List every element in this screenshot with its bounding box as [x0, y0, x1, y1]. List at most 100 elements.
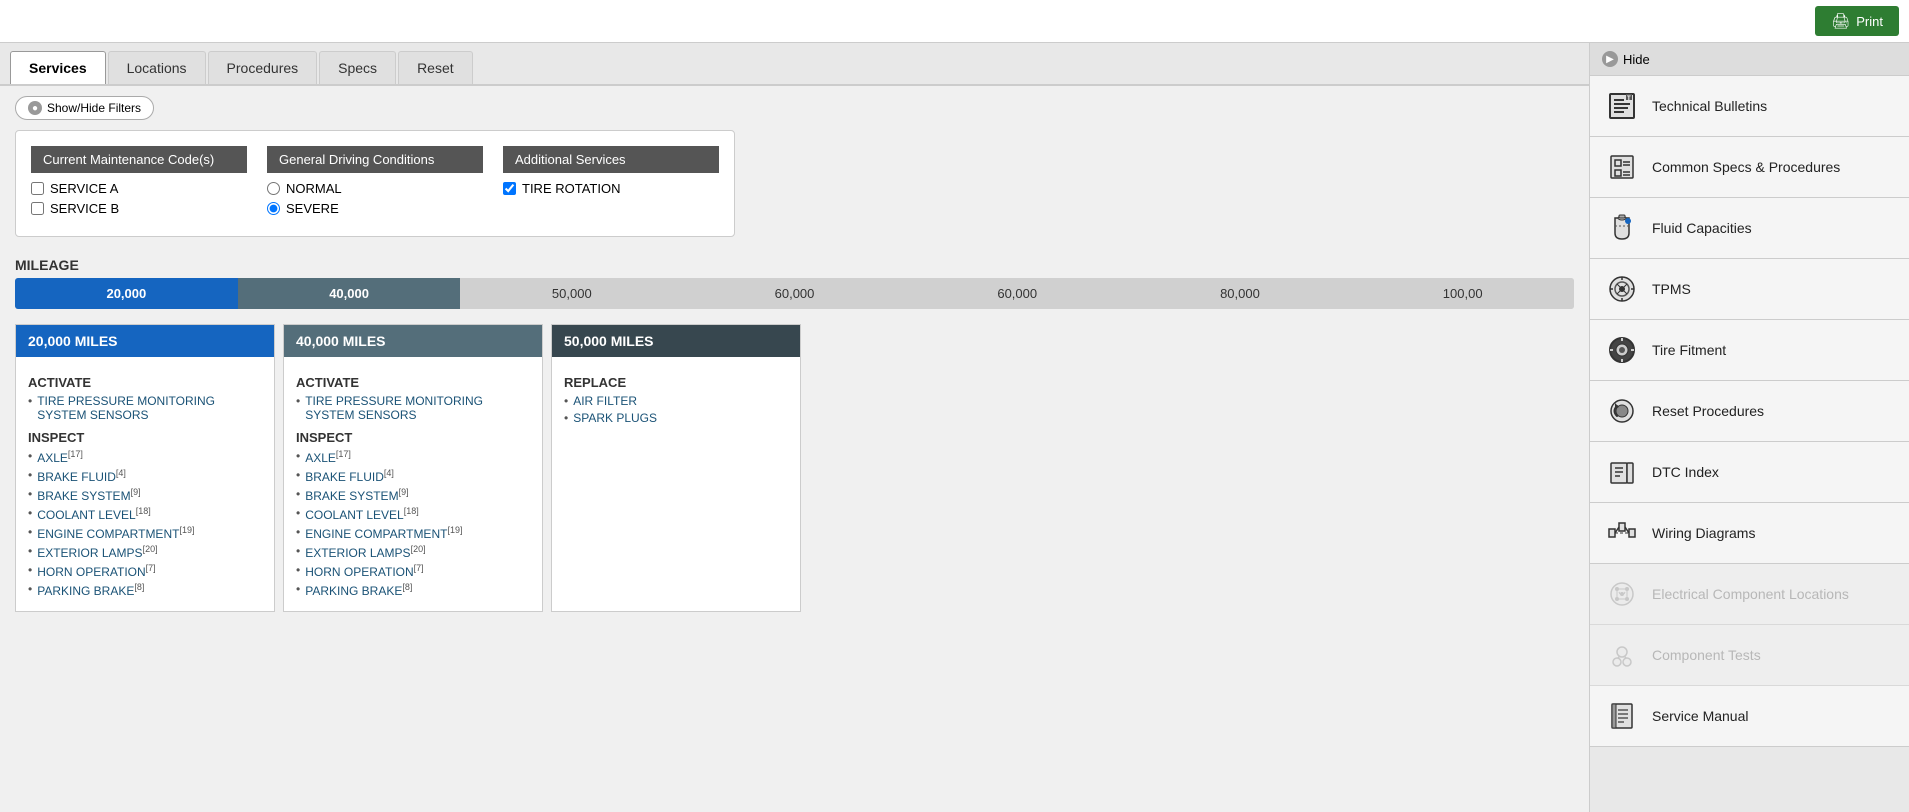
sidebar-item-fluid-capacities[interactable]: Fluid Capacities — [1590, 198, 1909, 259]
card-20000: 20,000 MILES ACTIVATE TIRE PRESSURE MONI… — [15, 324, 275, 612]
normal-label: NORMAL — [286, 181, 342, 196]
fluid-icon — [1604, 210, 1640, 246]
technical-bulletins-label: Technical Bulletins — [1652, 98, 1767, 114]
maintenance-code-header[interactable]: Current Maintenance Code(s) — [31, 146, 247, 173]
fluid-capacities-label: Fluid Capacities — [1652, 220, 1752, 236]
driving-conditions-header[interactable]: General Driving Conditions — [267, 146, 483, 173]
filter-columns: Current Maintenance Code(s) SERVICE A SE… — [31, 146, 719, 221]
activate-title-1: ACTIVATE — [28, 375, 262, 390]
engine-comp-link-2[interactable]: ENGINE COMPARTMENT[19] — [305, 525, 462, 541]
sidebar-item-electrical-locations: Electrical Component Locations — [1590, 564, 1909, 625]
axle-link-2[interactable]: AXLE[17] — [305, 449, 351, 465]
component-icon — [1604, 637, 1640, 673]
print-button[interactable]: 🖨 Print — [1815, 6, 1899, 36]
mileage-60000a[interactable]: 60,000 — [683, 278, 906, 309]
tab-bar: ServicesLocationsProceduresSpecsReset — [0, 43, 1589, 86]
card-20000-body: ACTIVATE TIRE PRESSURE MONITORING SYSTEM… — [16, 357, 274, 611]
mileage-50000[interactable]: 50,000 — [460, 278, 683, 309]
engine-comp-link-1[interactable]: ENGINE COMPARTMENT[19] — [37, 525, 194, 541]
reset-procedures-label: Reset Procedures — [1652, 403, 1764, 419]
additional-services-header[interactable]: Additional Services — [503, 146, 719, 173]
tab-locations[interactable]: Locations — [108, 51, 206, 84]
brake-system-item-1: BRAKE SYSTEM[9] — [28, 487, 262, 503]
horn-link-1[interactable]: HORN OPERATION[7] — [37, 563, 155, 579]
tpms-sensors-link-2[interactable]: TIRE PRESSURE MONITORING SYSTEM SENSORS — [305, 394, 530, 422]
ext-lamps-item-1: EXTERIOR LAMPS[20] — [28, 544, 262, 560]
sidebar-item-tpms[interactable]: TPMS — [1590, 259, 1909, 320]
severe-label: SEVERE — [286, 201, 339, 216]
card-40000-body: ACTIVATE TIRE PRESSURE MONITORING SYSTEM… — [284, 357, 542, 611]
brake-fluid-link-1[interactable]: BRAKE FLUID[4] — [37, 468, 126, 484]
sidebar-item-tire-fitment[interactable]: Tire Fitment — [1590, 320, 1909, 381]
normal-radio[interactable] — [267, 182, 280, 195]
severe-radio[interactable] — [267, 202, 280, 215]
content-area: ServicesLocationsProceduresSpecsReset ● … — [0, 43, 1589, 812]
svg-text:T: T — [1627, 96, 1631, 102]
sidebar-item-wiring-diagrams[interactable]: Wiring Diagrams — [1590, 503, 1909, 564]
sidebar-item-common-specs[interactable]: Common Specs & Procedures — [1590, 137, 1909, 198]
wiring-diagrams-label: Wiring Diagrams — [1652, 525, 1755, 541]
brake-fluid-link-2[interactable]: BRAKE FLUID[4] — [305, 468, 394, 484]
mileage-40000[interactable]: 40,000 — [238, 278, 461, 309]
card-40000-header: 40,000 MILES — [284, 325, 542, 357]
hide-label: Hide — [1623, 52, 1650, 67]
air-filter-link[interactable]: AIR FILTER — [573, 394, 637, 408]
card-50000: 50,000 MILES REPLACE AIR FILTER SPARK PL… — [551, 324, 801, 612]
spark-plugs-link[interactable]: SPARK PLUGS — [573, 411, 657, 425]
coolant-link-1[interactable]: COOLANT LEVEL[18] — [37, 506, 151, 522]
tire-rotation-label: TIRE ROTATION — [522, 181, 620, 196]
parking-brake-link-2[interactable]: PARKING BRAKE[8] — [305, 582, 412, 598]
tab-procedures[interactable]: Procedures — [208, 51, 318, 84]
tab-reset[interactable]: Reset — [398, 51, 473, 84]
manual-icon — [1604, 698, 1640, 734]
tpms-sensors-link-1[interactable]: TIRE PRESSURE MONITORING SYSTEM SENSORS — [37, 394, 262, 422]
service-a-checkbox[interactable] — [31, 182, 44, 195]
axle-link-1[interactable]: AXLE[17] — [37, 449, 83, 465]
tpms-icon — [1604, 271, 1640, 307]
mileage-100000[interactable]: 100,00 — [1351, 278, 1574, 309]
mileage-20000[interactable]: 20,000 — [15, 278, 238, 309]
ext-lamps-link-2[interactable]: EXTERIOR LAMPS[20] — [305, 544, 425, 560]
print-icon: 🖨 — [1831, 12, 1850, 30]
sidebar-item-dtc-index[interactable]: DTC Index — [1590, 442, 1909, 503]
service-manual-label: Service Manual — [1652, 708, 1749, 724]
parking-brake-link-1[interactable]: PARKING BRAKE[8] — [37, 582, 144, 598]
hide-icon: ▶ — [1602, 51, 1618, 67]
tire-rotation-checkbox[interactable] — [503, 182, 516, 195]
coolant-link-2[interactable]: COOLANT LEVEL[18] — [305, 506, 419, 522]
sidebar-item-reset-procedures[interactable]: Reset Procedures — [1590, 381, 1909, 442]
main-layout: ServicesLocationsProceduresSpecsReset ● … — [0, 43, 1909, 812]
parking-brake-item-2: PARKING BRAKE[8] — [296, 582, 530, 598]
show-hide-filters-button[interactable]: ● Show/Hide Filters — [15, 96, 154, 120]
tsb-icon: T — [1604, 88, 1640, 124]
axle-item-1: AXLE[17] — [28, 449, 262, 465]
sidebar-item-service-manual[interactable]: Service Manual — [1590, 686, 1909, 747]
reset-icon — [1604, 393, 1640, 429]
activate-title-2: ACTIVATE — [296, 375, 530, 390]
inspect-title-1: INSPECT — [28, 430, 262, 445]
horn-link-2[interactable]: HORN OPERATION[7] — [305, 563, 423, 579]
brake-system-link-2[interactable]: BRAKE SYSTEM[9] — [305, 487, 408, 503]
tab-services[interactable]: Services — [10, 51, 106, 84]
tpms-sensors-1: TIRE PRESSURE MONITORING SYSTEM SENSORS — [28, 394, 262, 422]
brake-fluid-item-2: BRAKE FLUID[4] — [296, 468, 530, 484]
filter-col-additional: Additional Services TIRE ROTATION — [503, 146, 719, 221]
print-label: Print — [1856, 14, 1883, 29]
dtc-index-label: DTC Index — [1652, 464, 1719, 480]
brake-system-link-1[interactable]: BRAKE SYSTEM[9] — [37, 487, 140, 503]
filter-panel: Current Maintenance Code(s) SERVICE A SE… — [15, 130, 735, 237]
filter-col-driving: General Driving Conditions NORMAL SEVERE — [267, 146, 483, 221]
mileage-bar: 20,000 40,000 50,000 60,000 60,000 80,00… — [15, 278, 1574, 309]
ext-lamps-link-1[interactable]: EXTERIOR LAMPS[20] — [37, 544, 157, 560]
service-a-option: SERVICE A — [31, 181, 247, 196]
sidebar-item-technical-bulletins[interactable]: T Technical Bulletins — [1590, 76, 1909, 137]
service-b-checkbox[interactable] — [31, 202, 44, 215]
wiring-icon — [1604, 515, 1640, 551]
mileage-80000[interactable]: 80,000 — [1129, 278, 1352, 309]
engine-comp-item-1: ENGINE COMPARTMENT[19] — [28, 525, 262, 541]
mileage-60000b[interactable]: 60,000 — [906, 278, 1129, 309]
sidebar-hide-button[interactable]: ▶ Hide — [1590, 43, 1909, 76]
horn-item-2: HORN OPERATION[7] — [296, 563, 530, 579]
tire-icon — [1604, 332, 1640, 368]
tab-specs[interactable]: Specs — [319, 51, 396, 84]
